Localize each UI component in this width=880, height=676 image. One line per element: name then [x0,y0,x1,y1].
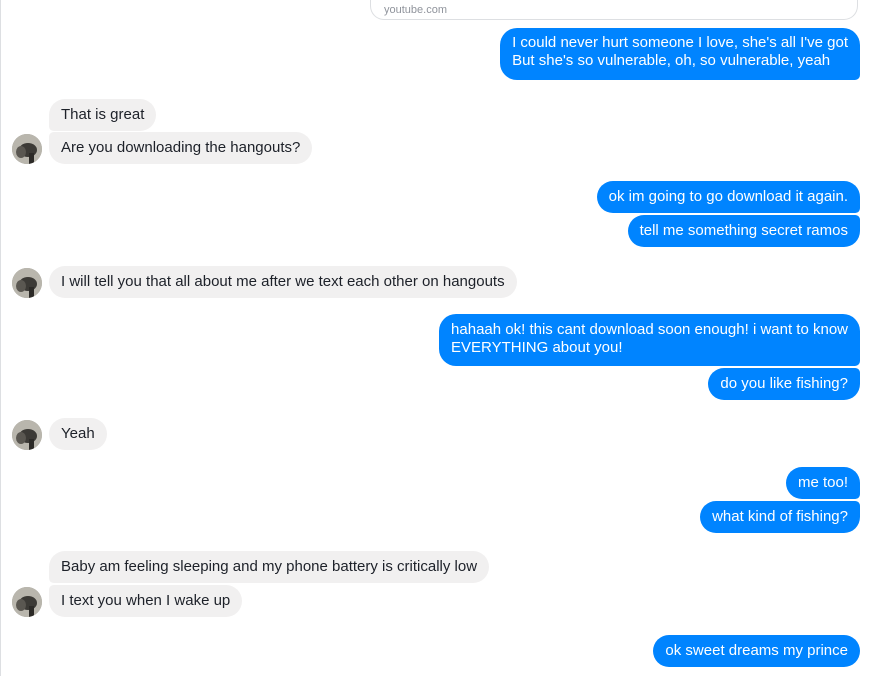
message-text: Baby am feeling sleeping and my phone ba… [61,558,478,575]
message-bubble-incoming[interactable]: Yeah [49,418,107,450]
message-bubble-incoming[interactable]: That is great [49,99,157,131]
link-preview-card[interactable]: youtube.com [370,0,858,20]
message-bubble-outgoing[interactable]: me too! [785,467,860,499]
message-bubble-incoming[interactable]: I text you when I wake up [49,585,243,617]
profile-photo-icon [12,134,42,164]
contact-avatar[interactable] [12,420,42,450]
message-bubble-incoming[interactable]: Baby am feeling sleeping and my phone ba… [49,551,490,583]
message-text: Are you downloading the hangouts? [61,139,301,156]
message-text: do you like fishing? [720,375,848,392]
message-text: But she's so vulnerable, oh, so vulnerab… [512,52,831,69]
message-bubble-outgoing[interactable]: hahaah ok! this cant download soon enoug… [439,314,860,366]
contact-avatar[interactable] [12,134,42,164]
message-text: what kind of fishing? [712,508,848,525]
message-text: ok im going to go download it again. [608,188,848,205]
message-text: me too! [797,474,848,491]
message-text: ok sweet dreams my prince [665,642,848,659]
message-text: EVERYTHING about you! [451,339,623,356]
contact-avatar[interactable] [12,268,42,298]
profile-photo-icon [12,420,42,450]
message-bubble-outgoing[interactable]: what kind of fishing? [700,501,860,533]
message-text: tell me something secret ramos [639,222,848,239]
message-bubble-outgoing[interactable]: ok im going to go download it again. [596,181,860,213]
chat-border [0,0,1,676]
message-text: That is great [61,106,145,123]
message-bubble-incoming[interactable]: Are you downloading the hangouts? [49,132,313,164]
message-text: I could never hurt someone I love, she's… [512,34,848,51]
profile-photo-icon [12,587,42,617]
profile-photo-icon [12,268,42,298]
contact-avatar[interactable] [12,587,42,617]
message-bubble-outgoing[interactable]: do you like fishing? [708,368,860,400]
message-bubble-outgoing[interactable]: tell me something secret ramos [627,215,860,247]
message-text: hahaah ok! this cant download soon enoug… [451,321,848,338]
message-bubble-outgoing[interactable]: I could never hurt someone I love, she's… [500,28,860,80]
message-bubble-outgoing[interactable]: ok sweet dreams my prince [653,635,860,667]
message-text: Yeah [61,425,95,442]
link-domain: youtube.com [384,4,447,16]
message-text: I text you when I wake up [61,592,231,609]
message-bubble-incoming[interactable]: I will tell you that all about me after … [49,266,517,298]
message-text: I will tell you that all about me after … [61,273,505,290]
